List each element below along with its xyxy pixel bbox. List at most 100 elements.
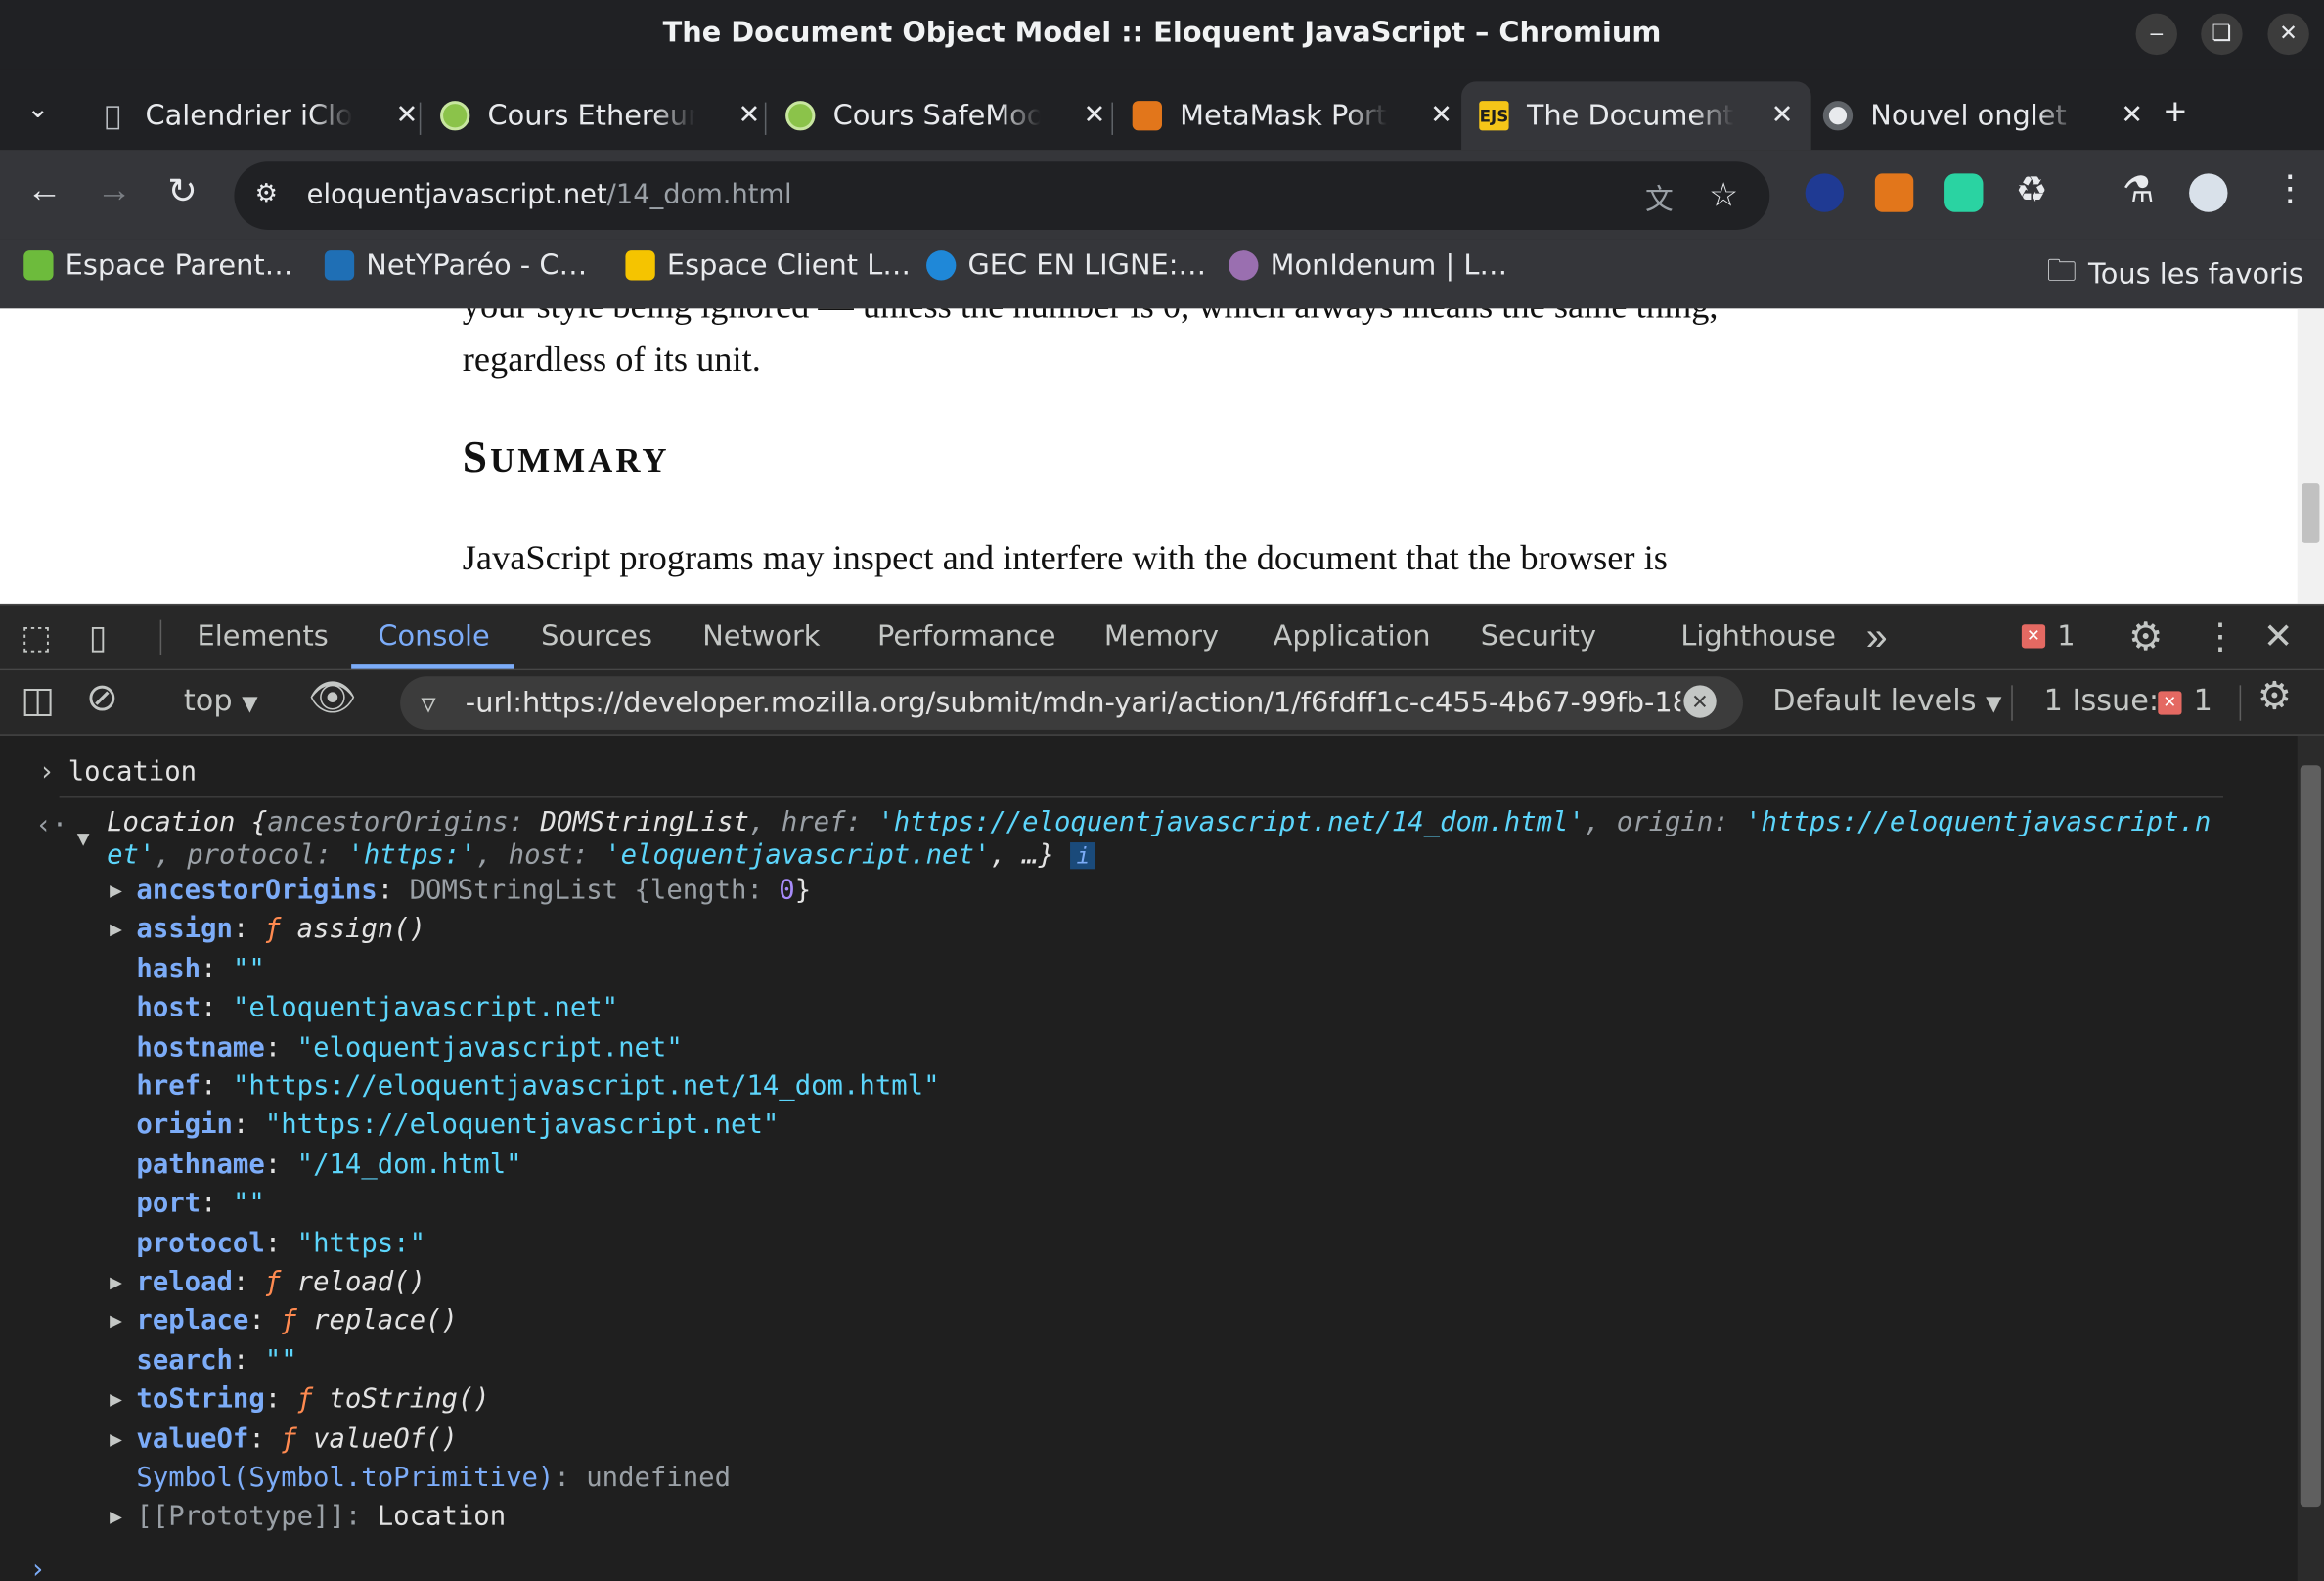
close-icon[interactable]: ✕ xyxy=(2121,100,2143,131)
extension-green-icon[interactable] xyxy=(1944,173,1984,212)
new-tab-button[interactable]: + xyxy=(2164,89,2186,135)
tab-calendrier[interactable]:  Calendrier iCloud ✕ xyxy=(77,81,436,150)
property-value: "/14_dom.html" xyxy=(296,1149,522,1181)
reload-icon[interactable]: ↻ xyxy=(167,170,197,213)
labs-flask-icon[interactable]: ⚗ xyxy=(2123,169,2155,212)
tab-safemoon[interactable]: Cours SafeMoon ✕ xyxy=(768,81,1124,150)
expand-triangle-icon[interactable]: ▶ xyxy=(110,880,122,903)
tab-search-chevron-icon[interactable]: ⌄ xyxy=(26,94,49,125)
expand-triangle-icon[interactable]: ▶ xyxy=(110,1271,122,1294)
more-tabs-icon[interactable]: » xyxy=(1866,614,1888,660)
close-icon[interactable]: ✕ xyxy=(737,100,760,131)
close-icon[interactable]: ✕ xyxy=(1430,100,1452,131)
bookmark-item[interactable]: Espace Client L… xyxy=(625,249,911,282)
issues-button[interactable]: 1 Issue: xyxy=(2044,682,2160,717)
bookmark-star-icon[interactable]: ☆ xyxy=(1709,176,1738,214)
tab-metamask[interactable]: MetaMask Portfolio ✕ xyxy=(1115,81,1471,150)
console-output[interactable]: › location ‹· ▼ Location {ancestorOrigin… xyxy=(0,735,2324,1581)
tab-new[interactable]: Nouvel onglet ✕ xyxy=(1806,81,2162,150)
filter-value[interactable]: -url:https://developer.mozilla.org/submi… xyxy=(466,687,1681,719)
symbol-property-row: Symbol(Symbol.toPrimitive): undefined xyxy=(136,1462,732,1494)
address-url[interactable]: eloquentjavascript.net/14_dom.html xyxy=(307,179,792,210)
property-row: href: "https://eloquentjavascript.net/14… xyxy=(136,1070,940,1103)
console-scrollbar[interactable] xyxy=(2297,735,2324,1581)
property-value: "" xyxy=(232,953,265,985)
prototype-row[interactable]: [[Prototype]]: Location xyxy=(136,1501,506,1532)
tab-security[interactable]: Security xyxy=(1481,620,1596,653)
close-icon[interactable]: ✕ xyxy=(1771,100,1794,131)
tab-network[interactable]: Network xyxy=(702,620,820,653)
property-key: protocol xyxy=(136,1227,265,1259)
console-settings-gear-icon[interactable]: ⚙ xyxy=(2257,675,2292,719)
bookmark-item[interactable]: MonIdenum | L… xyxy=(1229,249,1507,282)
filter-input[interactable]: ▿ -url:https://developer.mozilla.org/sub… xyxy=(400,676,1743,730)
scrollbar-thumb[interactable] xyxy=(2300,765,2321,1508)
clear-filter-icon[interactable]: ✕ xyxy=(1683,685,1717,718)
expand-triangle-icon[interactable]: ▼ xyxy=(77,828,90,851)
close-devtools-icon[interactable]: ✕ xyxy=(2263,615,2293,658)
scrollbar-thumb[interactable] xyxy=(2302,483,2320,543)
property-row[interactable]: valueOf: ƒ valueOf() xyxy=(136,1423,457,1455)
object-summary-line[interactable]: et', protocol: 'https:', host: 'eloquent… xyxy=(107,838,1096,871)
back-icon[interactable]: ← xyxy=(26,170,62,211)
info-badge[interactable]: i xyxy=(1070,842,1096,870)
property-key: valueOf xyxy=(136,1423,249,1455)
extensions-puzzle-icon[interactable]: ♻ xyxy=(2016,169,2048,212)
more-options-kebab-icon[interactable]: ⋮ xyxy=(2203,615,2238,658)
forward-icon[interactable]: → xyxy=(96,170,131,211)
metamask-fox-icon[interactable] xyxy=(1874,173,1914,212)
show-sidebar-icon[interactable]: ◫ xyxy=(21,679,54,720)
bookmark-item[interactable]: Espace Parent… xyxy=(23,249,292,282)
minimize-icon[interactable]: – xyxy=(2135,13,2177,56)
avatar[interactable] xyxy=(2189,173,2228,212)
all-bookmarks-label: Tous les favoris xyxy=(2088,257,2303,292)
page-scrollbar[interactable] xyxy=(2297,308,2324,604)
property-row[interactable]: toString: ƒ toString() xyxy=(136,1384,489,1416)
tab-lighthouse[interactable]: Lighthouse xyxy=(1680,620,1836,653)
expand-triangle-icon[interactable]: ▶ xyxy=(110,1427,122,1451)
clear-console-icon[interactable]: ⊘ xyxy=(86,676,118,720)
property-key: ancestorOrigins xyxy=(136,875,378,907)
summary-part: 'eloquentjavascript.net' xyxy=(604,838,991,871)
close-icon[interactable]: ✕ xyxy=(395,100,418,131)
prompt-chevron-icon[interactable]: › xyxy=(29,1555,45,1581)
extension-arc-icon[interactable] xyxy=(1805,173,1845,212)
all-bookmarks-button[interactable]: 🗀 Tous les favoris xyxy=(2047,249,2303,300)
object-summary-line[interactable]: Location {ancestorOrigins: DOMStringList… xyxy=(107,807,2211,838)
close-icon[interactable]: ✕ xyxy=(1084,100,1106,131)
tab-ethereum[interactable]: Cours Ethereum ✕ xyxy=(423,81,779,150)
tab-label: Nouvel onglet xyxy=(1870,99,2067,132)
bookmark-item[interactable]: GEC EN LIGNE:… xyxy=(926,249,1206,282)
device-toolbar-icon[interactable]: ▯ xyxy=(89,618,107,656)
tab-performance[interactable]: Performance xyxy=(877,620,1055,653)
summary-part: 'https://eloquentjavascript.n xyxy=(1745,806,2212,838)
tab-sources[interactable]: Sources xyxy=(541,620,652,653)
tab-memory[interactable]: Memory xyxy=(1104,620,1219,653)
expand-triangle-icon[interactable]: ▶ xyxy=(110,1310,122,1333)
property-value: 0 xyxy=(779,875,795,907)
tab-elements[interactable]: Elements xyxy=(198,620,329,653)
site-info-icon[interactable]: ⚙ xyxy=(255,179,278,208)
property-row[interactable]: assign: ƒ assign() xyxy=(136,914,425,945)
settings-gear-icon[interactable]: ⚙ xyxy=(2128,614,2163,660)
translate-icon[interactable]: 文 xyxy=(1645,178,1674,218)
tab-console[interactable]: Console xyxy=(378,620,489,653)
address-bar[interactable]: ⚙ eloquentjavascript.net/14_dom.html 文 ☆ xyxy=(234,161,1770,230)
menu-kebab-icon[interactable]: ⋮ xyxy=(2272,167,2307,210)
live-expression-eye-icon[interactable]: 👁 xyxy=(308,676,357,720)
restore-icon[interactable]: ❏ xyxy=(2201,13,2243,56)
expand-triangle-icon[interactable]: ▶ xyxy=(110,919,122,942)
log-levels-dropdown[interactable]: Default levels ▼ xyxy=(1772,682,2001,717)
tab-application[interactable]: Application xyxy=(1274,620,1431,653)
property-row[interactable]: replace: ƒ replace() xyxy=(136,1306,457,1337)
property-row[interactable]: ancestorOrigins: DOMStringList {length: … xyxy=(136,875,811,906)
bookmark-item[interactable]: NetYParéo - C… xyxy=(324,249,587,282)
expand-triangle-icon[interactable]: ▶ xyxy=(110,1506,122,1529)
inspect-element-icon[interactable]: ⬚ xyxy=(21,618,52,656)
context-selector[interactable]: top ▼ xyxy=(184,682,258,717)
close-icon[interactable]: ✕ xyxy=(2267,13,2309,56)
expand-triangle-icon[interactable]: ▶ xyxy=(110,1388,122,1412)
error-count[interactable]: 1 xyxy=(2057,620,2075,653)
property-row[interactable]: reload: ƒ reload() xyxy=(136,1267,425,1298)
tab-document-active[interactable]: EJS The Document Object Model ✕ xyxy=(1461,81,1811,151)
